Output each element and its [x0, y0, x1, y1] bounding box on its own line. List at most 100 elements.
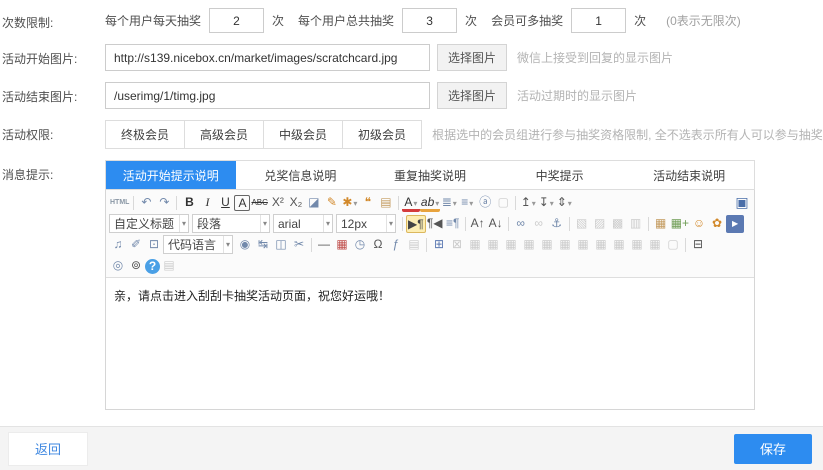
preview-icon[interactable]: ◎	[109, 257, 127, 275]
toolbar-separator	[508, 217, 509, 231]
custom-title-select[interactable]: 自定义标题▾	[109, 214, 189, 233]
start-image-pick-button[interactable]: 选择图片	[437, 44, 507, 71]
unordered-list-icon[interactable]: ≡▾	[458, 194, 476, 212]
split-rows-icon: ▦	[592, 236, 610, 254]
insert-music-icon[interactable]: ♫	[109, 236, 127, 254]
member-group-button-1[interactable]: 高级会员	[184, 120, 264, 149]
editor-content[interactable]: 亲，请点击进入刮刮卡抽奖活动页面，祝您好运哦！	[106, 278, 754, 409]
font-border-icon[interactable]: A	[234, 195, 250, 211]
font-family-select[interactable]: arial▾	[273, 214, 333, 233]
insert-template-icon[interactable]: ◫	[272, 236, 290, 254]
indent-first-line-icon[interactable]: ▶¶	[406, 215, 426, 233]
insert-anchor-icon[interactable]: ⚓	[548, 215, 566, 233]
insert-image-icon[interactable]: ▦	[652, 215, 670, 233]
insert-formula-icon[interactable]: ƒ	[387, 236, 405, 254]
limit-count-input-1[interactable]	[402, 8, 457, 33]
limit-field-suffix: 次	[272, 12, 284, 29]
save-button[interactable]: 保存	[734, 434, 812, 464]
horizontal-rule-icon[interactable]: —	[315, 236, 333, 254]
paste-plain-icon[interactable]: ▤	[377, 194, 395, 212]
strikethrough-icon[interactable]: ABC	[250, 194, 268, 212]
chevron-down-icon: ▾	[323, 215, 332, 232]
split-cols-icon: ▦	[610, 236, 628, 254]
message-tab-0[interactable]: 活动开始提示说明	[106, 161, 236, 189]
special-chars-icon[interactable]: Ω	[369, 236, 387, 254]
end-image-url-input[interactable]	[105, 82, 430, 109]
toolbar-separator	[685, 238, 686, 252]
code-language-select[interactable]: 代码语言▾	[163, 235, 233, 254]
font-size-decrease-icon[interactable]: A↓	[487, 215, 505, 233]
bold-icon[interactable]: B	[180, 194, 198, 212]
chevron-down-icon: ▾	[260, 215, 269, 232]
font-size-select[interactable]: 12px▾	[336, 214, 396, 233]
paragraph-spacing-top-icon[interactable]: ↥▾	[519, 194, 537, 212]
insert-table-icon[interactable]: ⊞	[430, 236, 448, 254]
table-title-icon: ▦	[466, 236, 484, 254]
insert-frame-icon[interactable]: ⊡	[145, 236, 163, 254]
fullscreen-icon[interactable]: ▣	[733, 194, 751, 212]
start-image-url-input[interactable]	[105, 44, 430, 71]
message-tab-3[interactable]: 中奖提示	[495, 161, 625, 189]
limit-field-suffix: 次	[634, 12, 646, 29]
background-color-icon[interactable]: ab▾	[420, 196, 440, 212]
undo-icon[interactable]: ↶	[137, 194, 155, 212]
toolbar-separator	[133, 196, 134, 210]
editor-toolbar: HTML↶↷BIUAABCX²X₂◪✎✱▾❝▤A▾ab▾≣▾≡▾ⓐ▢↥▾↧▾⇕▾…	[106, 190, 754, 278]
draw-limits-row: 次数限制: 每个用户每天抽奖次每个用户总共抽奖次会员可多抽奖次 (0表示无限次)	[0, 8, 823, 33]
message-tab-2[interactable]: 重复抽奖说明	[365, 161, 495, 189]
underline-icon[interactable]: U	[216, 194, 234, 212]
insert-date-icon[interactable]: ▦	[333, 236, 351, 254]
paragraph-select[interactable]: 段落▾	[192, 214, 270, 233]
message-tab-4[interactable]: 活动结束说明	[624, 161, 754, 189]
limit-count-input-0[interactable]	[209, 8, 264, 33]
end-image-pick-button[interactable]: 选择图片	[437, 82, 507, 109]
custom-title-select-value: 自定义标题	[114, 215, 174, 232]
insert-map-icon[interactable]: ◉	[236, 236, 254, 254]
insert-video-icon[interactable]: ▶	[726, 215, 744, 233]
blockquote-icon[interactable]: ❝	[359, 194, 377, 212]
screenshot-icon[interactable]: ✂	[290, 236, 308, 254]
member-group-button-2[interactable]: 中级会员	[263, 120, 343, 149]
emotion-icon[interactable]: ☺	[690, 215, 708, 233]
insert-link-icon[interactable]: ∞	[512, 215, 530, 233]
member-group-button-0[interactable]: 终极会员	[105, 120, 185, 149]
toolbar-separator	[569, 217, 570, 231]
toolbar-separator	[176, 196, 177, 210]
font-size-select-value: 12px	[341, 217, 367, 231]
insert-attachment-icon[interactable]: ✐	[127, 236, 145, 254]
limit-field-label: 每个用户每天抽奖	[105, 12, 201, 29]
page-break-icon[interactable]: ↹	[254, 236, 272, 254]
line-height-icon[interactable]: ⇕▾	[555, 194, 573, 212]
text-direction-ltr-icon[interactable]: ¶◀	[426, 215, 444, 233]
redo-icon[interactable]: ↷	[155, 194, 173, 212]
multi-image-upload-icon[interactable]: ▦+	[670, 215, 690, 233]
insert-time-icon[interactable]: ◷	[351, 236, 369, 254]
auto-typeset-icon[interactable]: ✱▾	[341, 194, 359, 212]
subscript-icon[interactable]: X₂	[287, 194, 305, 212]
paragraph-spacing-bottom-icon[interactable]: ↧▾	[537, 194, 555, 212]
scratch-card-activity-settings-page: 次数限制: 每个用户每天抽奖次每个用户总共抽奖次会员可多抽奖次 (0表示无限次)…	[0, 0, 823, 470]
limit-field-suffix: 次	[465, 12, 477, 29]
chevron-down-icon: ▾	[435, 199, 439, 208]
superscript-icon[interactable]: X²	[269, 194, 287, 212]
anchor-icon[interactable]: ⓐ	[476, 194, 494, 212]
print-icon[interactable]: ⊟	[689, 236, 707, 254]
ordered-list-icon[interactable]: ≣▾	[440, 194, 458, 212]
help-icon[interactable]: ?	[145, 259, 160, 274]
scrawl-icon[interactable]: ✿	[708, 215, 726, 233]
member-group-button-3[interactable]: 初级会员	[342, 120, 422, 149]
limit-count-input-2[interactable]	[571, 8, 626, 33]
format-match-icon[interactable]: ✎	[323, 194, 341, 212]
message-tab-1[interactable]: 兑奖信息说明	[236, 161, 366, 189]
font-color-icon[interactable]: A▾	[402, 196, 420, 212]
text-direction-rtl-icon[interactable]: ≡¶	[444, 215, 462, 233]
format-clear-icon[interactable]: ◪	[305, 194, 323, 212]
source-code-icon[interactable]: HTML	[109, 194, 130, 212]
word-image-icon: ▤	[405, 236, 423, 254]
image-align-none-icon: ▧	[573, 215, 591, 233]
font-size-increase-icon[interactable]: A↑	[469, 215, 487, 233]
italic-icon[interactable]: I	[198, 194, 216, 212]
delete-table-icon: ⊠	[448, 236, 466, 254]
back-button[interactable]: 返回	[8, 432, 88, 466]
search-replace-icon[interactable]: ⊚	[127, 257, 145, 275]
